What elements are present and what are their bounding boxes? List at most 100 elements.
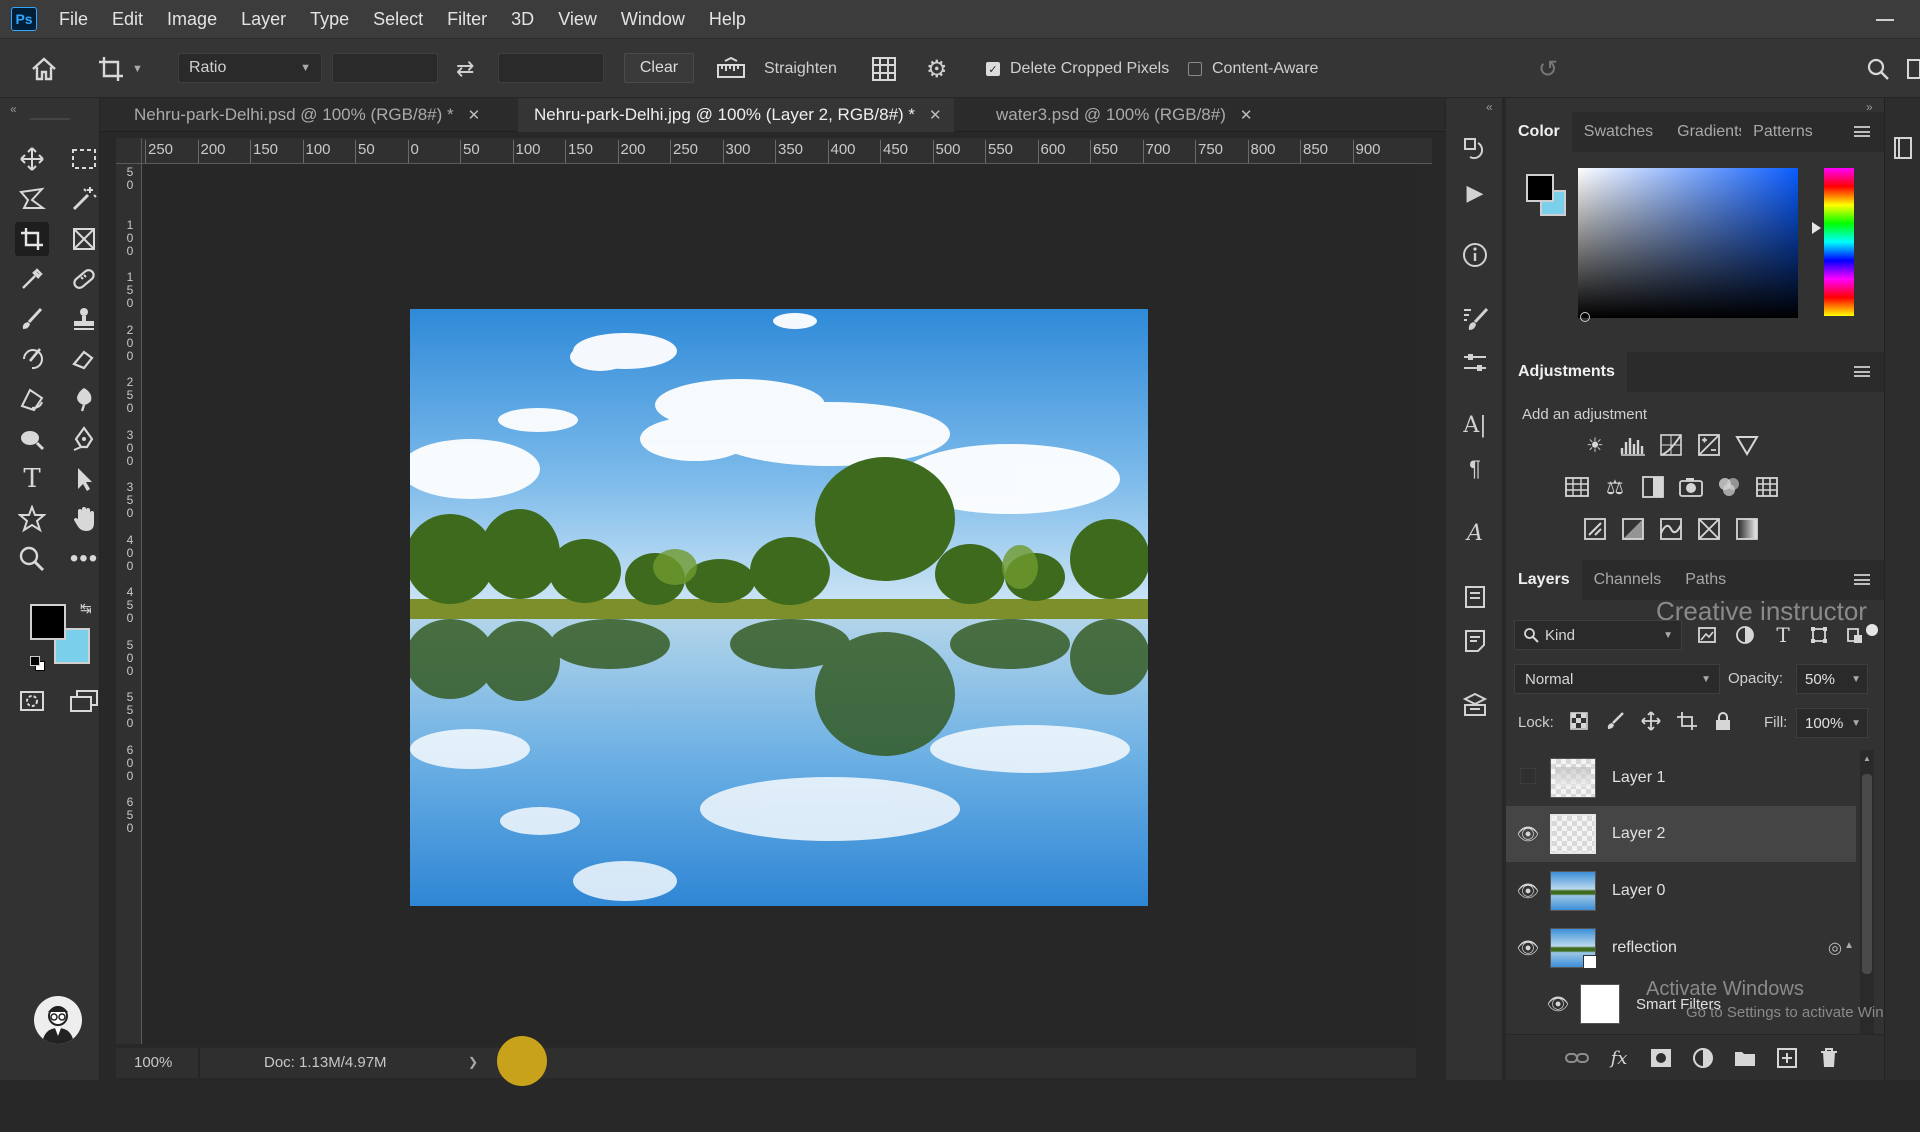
history-brush-icon[interactable] [15,342,49,376]
lock-transparency-icon[interactable] [1566,708,1592,734]
eye-icon[interactable]: 👁 [1506,938,1550,959]
marquee-tool-icon[interactable] [67,142,101,176]
menu-window[interactable]: Window [609,9,697,30]
magic-wand-icon[interactable] [67,182,101,216]
tab-layers[interactable]: Layers [1506,560,1582,600]
pen-tool-icon[interactable] [67,422,101,456]
collapse-left-icon[interactable]: « [10,102,17,116]
libraries-icon[interactable] [1460,582,1490,612]
height-field[interactable] [498,53,604,83]
fx-icon[interactable]: fx [1606,1045,1632,1071]
overlay-grid-icon[interactable] [870,39,898,99]
opacity-field[interactable]: 50% ▼ [1796,664,1868,694]
crop-tool-icon[interactable] [15,222,49,256]
menu-help[interactable]: Help [697,9,758,30]
tab-paths[interactable]: Paths [1673,560,1738,600]
hue-slider[interactable] [1824,168,1854,316]
menu-image[interactable]: Image [155,9,229,30]
tab-nehru-jpg[interactable]: Nehru-park-Delhi.jpg @ 100% (Layer 2, RG… [518,98,954,132]
vibrance-icon[interactable] [1734,432,1760,458]
foreground-color-swatch[interactable] [30,604,66,640]
filter-type-icon[interactable]: T [1770,622,1796,648]
hue-saturation-icon[interactable] [1564,474,1590,500]
learn-panel-icon[interactable] [1893,136,1913,165]
menu-select[interactable]: Select [361,9,435,30]
eye-icon[interactable]: 👁 [1506,824,1550,845]
actions-play-icon[interactable]: ▶ [1460,178,1490,208]
zoom-tool-icon[interactable] [15,542,49,576]
menu-view[interactable]: View [546,9,609,30]
close-icon[interactable]: ✕ [929,106,942,124]
filter-toggle-icon[interactable] [1866,624,1878,636]
reset-icon[interactable]: ↺ [1538,39,1558,99]
paragraph-panel-icon[interactable]: ¶ [1460,454,1490,484]
selective-color-icon[interactable] [1696,516,1722,542]
color-balance-icon[interactable]: ⚖ [1602,474,1628,500]
close-icon[interactable]: ✕ [1240,106,1253,124]
blur-tool-icon[interactable] [67,382,101,416]
collapse-arrow-icon[interactable]: ▲ [1844,940,1854,951]
3d-panel-icon[interactable] [1460,690,1490,720]
hue-slider-handle[interactable] [1812,222,1821,234]
properties-icon[interactable] [1460,348,1490,378]
workspace-icon[interactable] [1906,39,1920,99]
threshold-icon[interactable] [1658,516,1684,542]
layer-row-reflection[interactable]: 👁 reflection ◎ ▲ [1506,920,1856,976]
delete-layer-icon[interactable] [1816,1045,1842,1071]
layers-panel-menu-icon[interactable] [1854,574,1870,585]
scrollbar-thumb[interactable] [1862,774,1872,974]
color-panel-menu-icon[interactable] [1854,126,1870,137]
adjustments-menu-icon[interactable] [1854,366,1870,377]
link-layers-icon[interactable] [1564,1045,1590,1071]
new-layer-icon[interactable] [1774,1045,1800,1071]
lock-position-icon[interactable] [1638,708,1664,734]
screen-mode-icon[interactable] [67,684,101,718]
move-tool-icon[interactable] [15,142,49,176]
minimize-button[interactable] [1876,8,1894,28]
horizontal-ruler[interactable]: 250 200 150 100 50 0 50 100 150 200 250 300 350 400 45… [142,138,1432,164]
lasso-tool-icon[interactable] [15,182,49,216]
path-selection-icon[interactable] [67,462,101,496]
new-group-icon[interactable] [1732,1045,1758,1071]
content-aware-checkbox[interactable]: Content-Aware [1188,39,1318,99]
blend-mode-select[interactable]: Normal ▼ [1514,664,1720,694]
menu-type[interactable]: Type [298,9,361,30]
menu-filter[interactable]: Filter [435,9,499,30]
ruler-origin[interactable] [116,138,142,164]
photo-filter-icon[interactable] [1678,474,1704,500]
swap-icon[interactable]: ⇄ [456,39,474,99]
glyphs-icon[interactable]: A [1460,518,1490,548]
invert-icon[interactable] [1582,516,1608,542]
brush-tool-icon[interactable] [15,302,49,336]
document-canvas-image[interactable] [410,309,1148,906]
straighten-icon[interactable] [716,39,746,99]
default-colors-icon[interactable] [30,656,46,672]
character-panel-icon[interactable]: A| [1460,410,1490,440]
delete-cropped-checkbox[interactable]: ✓ Delete Cropped Pixels [986,39,1169,99]
exposure-icon[interactable] [1696,432,1722,458]
search-icon[interactable] [1866,39,1890,99]
scroll-up-icon[interactable]: ▲ [1863,754,1871,763]
tab-swatches[interactable]: Swatches [1572,112,1665,152]
panel-foreground-swatch[interactable] [1526,174,1554,202]
lock-pixels-icon[interactable] [1602,708,1628,734]
info-icon[interactable] [1460,240,1490,270]
eye-icon[interactable]: 👁 [1506,881,1550,902]
color-field[interactable] [1578,168,1798,322]
swap-colors-icon[interactable]: ↹ [80,600,92,617]
tab-adjustments[interactable]: Adjustments [1506,352,1627,392]
quick-mask-icon[interactable] [15,684,49,718]
frame-tool-icon[interactable] [67,222,101,256]
tab-channels[interactable]: Channels [1582,560,1674,600]
eyedropper-icon[interactable] [15,262,49,296]
filter-pixel-icon[interactable] [1694,622,1720,648]
dodge-tool-icon[interactable] [15,422,49,456]
notes-icon[interactable] [1460,626,1490,656]
ratio-select[interactable]: Ratio ▼ [178,53,322,83]
layer-row-layer-1[interactable]: Layer 1 [1506,750,1856,806]
eraser-tool-icon[interactable] [67,342,101,376]
layers-scrollbar[interactable]: ▲ [1860,750,1874,1076]
gradient-tool-icon[interactable] [15,382,49,416]
healing-brush-icon[interactable] [67,262,101,296]
layer-row-layer-0[interactable]: 👁 Layer 0 [1506,863,1856,919]
